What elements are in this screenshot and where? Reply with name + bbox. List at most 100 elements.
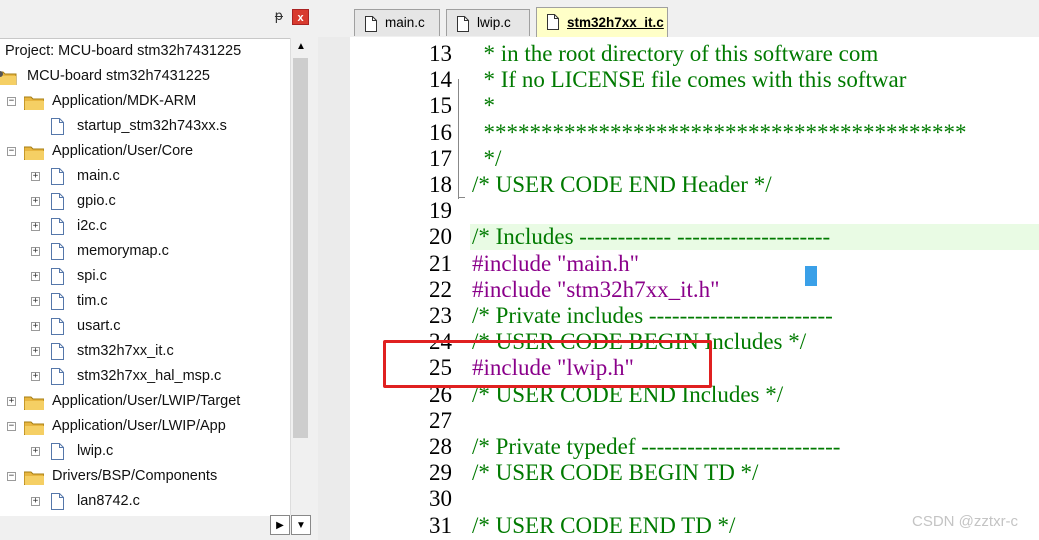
line-number: 31 [429,512,452,538]
project-root-label: Project: MCU-board stm32h7431225 [5,43,242,59]
line-number: 20 [429,224,452,250]
editor-tab[interactable]: main.c [354,9,440,36]
include-directive: #include [472,276,557,302]
code-area[interactable]: 13 * in the root directory of this softw… [350,37,1039,540]
code-line: /* Includes ------------ ---------------… [472,224,830,250]
folder-icon [23,394,45,411]
file-icon [51,443,64,460]
comment-text: * If no LICENSE file comes with this sof… [472,67,907,93]
vertical-scrollbar[interactable]: ▲ [290,38,311,515]
tree-item-label: Application/User/LWIP/Target [52,393,241,409]
collapse-icon[interactable]: − [7,97,16,106]
panel-close-button[interactable]: x [292,9,309,25]
file-icon [51,368,64,385]
tree-item-label: usart.c [77,318,121,334]
scroll-up-arrow-icon[interactable]: ▲ [292,38,310,55]
highlight-annotation-box [383,340,712,388]
collapse-icon[interactable]: − [7,422,16,431]
file-icon [457,15,469,32]
fold-guide [458,79,459,199]
collapse-icon[interactable]: − [7,147,16,156]
expand-icon[interactable]: + [31,222,40,231]
include-string: "stm32h7xx_it.h" [556,276,720,302]
file-icon [51,243,64,260]
file-icon [51,218,64,235]
line-number: 14 [429,67,452,93]
editor-gutter [318,37,350,540]
tree-item-label: Application/User/LWIP/App [52,418,226,434]
line-number: 28 [429,434,452,459]
tree-item-label: Drivers/BSP/Components [52,468,218,484]
comment-text: ****************************************… [472,119,967,145]
expand-icon[interactable]: + [31,497,40,506]
tab-label: stm32h7xx_it.c [567,15,664,30]
file-icon [51,493,64,510]
line-number: 18 [429,172,452,197]
watermark: CSDN @zztxr-c [912,513,1019,530]
expand-icon[interactable]: + [31,272,40,281]
line-number: 27 [429,407,452,433]
file-icon [51,318,64,335]
tree-item-label: startup_stm32h743xx.s [77,118,227,134]
comment-text: /* Includes ------------ ---------------… [472,224,831,250]
collapse-icon[interactable]: − [7,472,16,481]
editor-tab[interactable]: lwip.c [446,9,530,36]
folder-icon [23,419,45,436]
expand-icon[interactable]: + [31,172,40,181]
line-number: 17 [429,145,452,171]
line-number: 15 [429,93,452,119]
comment-text: * in the root directory of this software… [472,41,879,66]
tree-item-label: main.c [77,168,120,184]
panel-title-bar: ᵽ x [0,0,314,38]
code-line: /* Private includes --------------------… [472,303,833,329]
line-number: 22 [429,276,452,302]
tree-item-label: stm32h7xx_hal_msp.c [77,368,222,384]
include-string: "main.h" [556,250,639,276]
project-tree: Project: MCU-board stm32h7431225 MCU-boa… [0,38,290,516]
expand-icon[interactable]: + [31,297,40,306]
scroll-down-arrow-icon[interactable]: ▼ [291,515,311,535]
folder-icon [23,144,45,161]
code-line: * If no LICENSE file comes with this sof… [472,67,907,93]
expand-icon[interactable]: + [31,322,40,331]
editor-tab[interactable]: stm32h7xx_it.c [536,7,668,37]
comment-text: /* Private typedef ---------------------… [472,434,841,459]
expand-icon[interactable]: + [31,347,40,356]
fold-guide-end [458,197,465,198]
file-icon [51,168,64,185]
comment-text: * [472,93,496,119]
expand-icon[interactable]: + [7,397,16,406]
code-line: * in the root directory of this software… [472,41,879,67]
project-panel: ᵽ x Project: MCU-board stm32h7431225 MCU… [0,0,314,540]
code-line: /* USER CODE BEGIN TD */ [472,460,758,486]
expand-icon[interactable]: + [31,247,40,256]
tree-item-label: lwip.c [77,443,114,459]
tree-item-label: memorymap.c [77,243,169,259]
file-icon [51,293,64,310]
folder-icon [23,469,45,486]
panel-scroll-buttons: ▶ ▼ [270,515,312,535]
expand-icon[interactable]: + [31,372,40,381]
pin-icon[interactable]: ᵽ [272,10,286,24]
line-number: 23 [429,303,452,328]
scrollbar-thumb[interactable] [293,58,308,438]
tree-item-label: i2c.c [77,218,107,234]
target-icon [0,69,17,86]
line-number: 19 [429,198,452,224]
tree-item-label: MCU-board stm32h7431225 [27,68,210,84]
comment-text: /* USER CODE BEGIN TD */ [472,460,759,486]
file-icon [547,13,559,30]
file-icon [51,193,64,210]
file-icon [51,268,64,285]
tree-item-label: lan8742.c [77,493,140,509]
code-line: */ [472,146,502,172]
folder-icon [23,94,45,111]
line-number: 13 [429,41,452,66]
include-directive: #include [472,250,557,276]
expand-icon[interactable]: + [31,447,40,456]
expand-icon[interactable]: + [31,197,40,206]
scroll-right-arrow-icon[interactable]: ▶ [270,515,290,535]
text-cursor [805,266,817,286]
tree-item-label: tim.c [77,293,108,309]
code-line: ****************************************… [472,120,967,146]
